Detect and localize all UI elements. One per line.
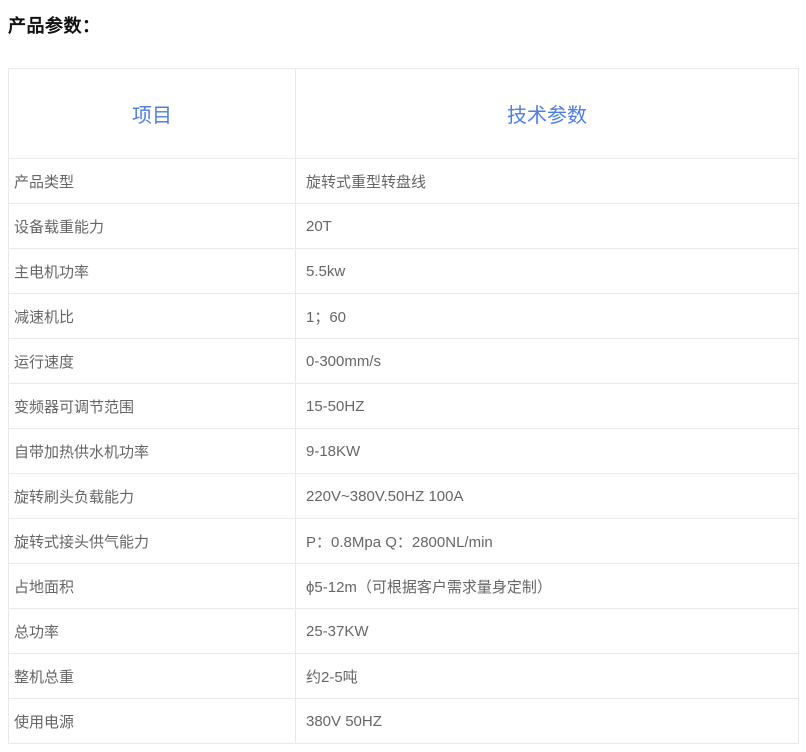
param-name-cell: 运行速度: [9, 339, 296, 384]
param-value-cell: 0-300mm/s: [296, 339, 799, 384]
param-name-cell: 变频器可调节范围: [9, 384, 296, 429]
table-row: 变频器可调节范围 15-50HZ: [9, 384, 799, 429]
table-row: 占地面积 ϕ5-12m（可根据客户需求量身定制）: [9, 564, 799, 609]
param-name-cell: 旋转刷头负载能力: [9, 474, 296, 519]
table-row: 旋转刷头负载能力 220V~380V.50HZ 100A: [9, 474, 799, 519]
table-row: 主电机功率 5.5kw: [9, 249, 799, 294]
param-value-cell: 25-37KW: [296, 609, 799, 654]
param-value-cell: 220V~380V.50HZ 100A: [296, 474, 799, 519]
table-row: 使用电源 380V 50HZ: [9, 699, 799, 744]
param-name-cell: 设备载重能力: [9, 204, 296, 249]
table-row: 产品类型 旋转式重型转盘线: [9, 159, 799, 204]
table-header-row: 项目 技术参数: [9, 69, 799, 159]
column-header-tech-params: 技术参数: [296, 69, 799, 159]
table-row: 运行速度 0-300mm/s: [9, 339, 799, 384]
param-name-cell: 使用电源: [9, 699, 296, 744]
table-row: 旋转式接头供气能力 P：0.8Mpa Q：2800NL/min: [9, 519, 799, 564]
param-value-cell: P：0.8Mpa Q：2800NL/min: [296, 519, 799, 564]
param-value-cell: ϕ5-12m（可根据客户需求量身定制）: [296, 564, 799, 609]
param-name-cell: 旋转式接头供气能力: [9, 519, 296, 564]
param-name-cell: 自带加热供水机功率: [9, 429, 296, 474]
param-value-cell: 20T: [296, 204, 799, 249]
param-value-cell: 1；60: [296, 294, 799, 339]
column-header-item: 项目: [9, 69, 296, 159]
param-value-cell: 约2-5吨: [296, 654, 799, 699]
param-value-cell: 15-50HZ: [296, 384, 799, 429]
table-row: 自带加热供水机功率 9-18KW: [9, 429, 799, 474]
table-row: 总功率 25-37KW: [9, 609, 799, 654]
param-name-cell: 整机总重: [9, 654, 296, 699]
param-name-cell: 主电机功率: [9, 249, 296, 294]
param-name-cell: 产品类型: [9, 159, 296, 204]
param-value-cell: 5.5kw: [296, 249, 799, 294]
table-row: 减速机比 1；60: [9, 294, 799, 339]
spec-table: 项目 技术参数 产品类型 旋转式重型转盘线 设备载重能力 20T 主电机功率 5…: [8, 68, 799, 744]
param-name-cell: 总功率: [9, 609, 296, 654]
table-row: 整机总重 约2-5吨: [9, 654, 799, 699]
param-name-cell: 占地面积: [9, 564, 296, 609]
param-name-cell: 减速机比: [9, 294, 296, 339]
param-value-cell: 380V 50HZ: [296, 699, 799, 744]
param-value-cell: 旋转式重型转盘线: [296, 159, 799, 204]
table-row: 设备载重能力 20T: [9, 204, 799, 249]
product-parameters-page: 产品参数： 项目 技术参数 产品类型 旋转式重型转盘线 设备载重能力 20T 主…: [0, 0, 806, 752]
page-title: 产品参数：: [8, 14, 806, 38]
param-value-cell: 9-18KW: [296, 429, 799, 474]
